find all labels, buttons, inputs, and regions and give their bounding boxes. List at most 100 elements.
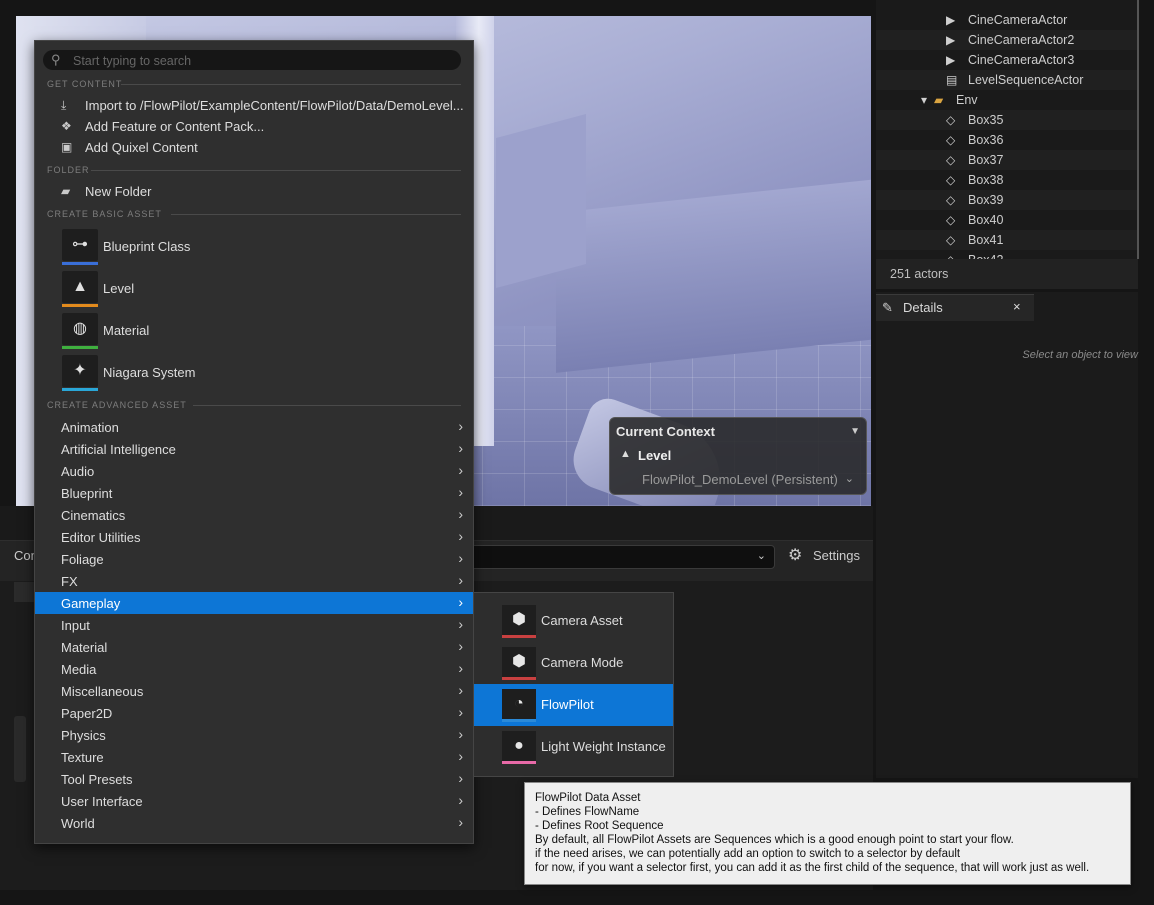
outliner-row[interactable]: ▾ ▰ Env: [876, 90, 1138, 110]
search-box[interactable]: ⚲: [43, 50, 461, 70]
category-input[interactable]: Input ›: [35, 614, 473, 636]
basic-asset-item[interactable]: ✦ Niagara System: [35, 353, 473, 393]
outliner-row[interactable]: ◇Box42: [876, 250, 1138, 259]
outliner-row[interactable]: ◇ Box39: [876, 190, 1138, 210]
outliner-row[interactable]: ◇ Box36: [876, 130, 1138, 150]
outliner-item-label: Box35: [968, 113, 1004, 127]
static-mesh-icon: ◇: [946, 213, 956, 227]
menu-item-get-content[interactable]: ▣ Add Quixel Content: [35, 137, 473, 158]
outliner-row[interactable]: ◇ Box35: [876, 110, 1138, 130]
category-cinematics[interactable]: Cinematics ›: [35, 504, 473, 526]
outliner-row[interactable]: ▶ CineCameraActor2: [876, 30, 1138, 50]
category-physics[interactable]: Physics ›: [35, 724, 473, 746]
category-media[interactable]: Media ›: [35, 658, 473, 680]
category-paper2d[interactable]: Paper2D ›: [35, 702, 473, 724]
level-sequence-icon: ▤: [946, 73, 958, 87]
outliner-row[interactable]: ◇ Box38: [876, 170, 1138, 190]
chevron-down-icon: ⌄: [756, 550, 766, 562]
chevron-down-icon[interactable]: ▾: [921, 93, 935, 107]
static-mesh-icon: ◇: [946, 153, 956, 167]
outliner-row[interactable]: ▶ CineCameraActor3: [876, 50, 1138, 70]
details-empty-text: Select an object to view: [1022, 349, 1138, 361]
viewport-block: [496, 113, 586, 289]
category-gameplay[interactable]: Gameplay ›: [35, 592, 473, 614]
submenu-item-light-weight-instance[interactable]: ● Light Weight Instance: [474, 726, 673, 768]
static-mesh-icon: ◇: [946, 233, 956, 247]
chevron-right-icon: ›: [458, 660, 463, 676]
menu-item-label: New Folder: [85, 184, 152, 199]
outliner-item-label: Box38: [968, 173, 1004, 187]
category-label: Audio: [61, 464, 95, 479]
asset-thumbnail: ⬢: [502, 647, 536, 677]
chevron-right-icon: ›: [458, 418, 463, 434]
category-miscellaneous[interactable]: Miscellaneous ›: [35, 680, 473, 702]
settings-button[interactable]: Settings: [813, 548, 860, 563]
outliner-row[interactable]: ▶ CineCameraActor: [876, 10, 1138, 30]
static-mesh-icon: ◇: [946, 173, 956, 187]
actor-count-bar: 251 actors: [876, 259, 1138, 289]
chevron-right-icon: ›: [458, 550, 463, 566]
asset-color-bar: [62, 304, 98, 307]
category-material[interactable]: Material ›: [35, 636, 473, 658]
basic-asset-item[interactable]: ▲ Level: [35, 269, 473, 309]
category-blueprint[interactable]: Blueprint ›: [35, 482, 473, 504]
collapsed-sidebar[interactable]: [14, 716, 26, 782]
category-label: Gameplay: [61, 596, 121, 611]
search-icon: ⚲: [51, 52, 61, 67]
category-texture[interactable]: Texture ›: [35, 746, 473, 768]
category-world[interactable]: World ›: [35, 812, 473, 834]
gear-icon[interactable]: ⚙: [788, 545, 802, 565]
asset-thumbnail: ⊶: [62, 229, 98, 261]
category-audio[interactable]: Audio ›: [35, 460, 473, 482]
tab-details[interactable]: ✎ Details ×: [876, 294, 1034, 321]
menu-item-get-content[interactable]: ❖ Add Feature or Content Pack...: [35, 116, 473, 137]
category-animation[interactable]: Animation ›: [35, 416, 473, 438]
category-artificial-intelligence[interactable]: Artificial Intelligence ›: [35, 438, 473, 460]
category-tool-presets[interactable]: Tool Presets ›: [35, 768, 473, 790]
outliner-item-label: Box40: [968, 213, 1004, 227]
outliner-scrollbar[interactable]: [1137, 0, 1139, 259]
category-fx[interactable]: FX ›: [35, 570, 473, 592]
category-label: Editor Utilities: [61, 530, 141, 545]
tooltip-line: for now, if you want a selector first, y…: [535, 862, 1090, 874]
new-folder-icon: ▰: [61, 184, 71, 198]
chevron-right-icon: ›: [458, 440, 463, 456]
outliner-row[interactable]: ◇ Box37: [876, 150, 1138, 170]
category-label: Artificial Intelligence: [61, 442, 176, 457]
basic-asset-item[interactable]: ⊶ Blueprint Class: [35, 227, 473, 267]
menu-item-get-content[interactable]: ⤓ Import to /FlowPilot/ExampleContent/Flo…: [35, 95, 473, 116]
material-icon: ◍: [73, 320, 87, 337]
category-label: User Interface: [61, 794, 143, 809]
path-dropdown[interactable]: ⌄: [470, 545, 775, 569]
category-foliage[interactable]: Foliage ›: [35, 548, 473, 570]
submenu-item-flowpilot[interactable]: ◔ FlowPilot: [474, 684, 673, 726]
outliner-row[interactable]: ◇ Box40: [876, 210, 1138, 230]
chevron-right-icon: ›: [458, 726, 463, 742]
category-user-interface[interactable]: User Interface ›: [35, 790, 473, 812]
basic-asset-item[interactable]: ◍ Material: [35, 311, 473, 351]
category-label: Tool Presets: [61, 772, 133, 787]
category-label: Animation: [61, 420, 119, 435]
outliner-item-label: CineCameraActor3: [968, 53, 1075, 67]
chevron-down-icon[interactable]: ⌄: [845, 472, 854, 485]
outliner-item-label: LevelSequenceActor: [968, 73, 1084, 87]
close-icon[interactable]: ×: [1013, 299, 1021, 314]
chevron-right-icon: ›: [458, 638, 463, 654]
new-folder-item[interactable]: ▰ New Folder: [35, 181, 473, 202]
submenu-item-camera-asset[interactable]: ⬢ Camera Asset: [474, 600, 673, 642]
asset-thumbnail: ◍: [62, 313, 98, 345]
category-editor-utilities[interactable]: Editor Utilities ›: [35, 526, 473, 548]
outliner-row[interactable]: ◇ Box41: [876, 230, 1138, 250]
camera-actor-icon: ▶: [946, 53, 956, 67]
asset-thumbnail: ●: [502, 731, 536, 761]
context-level-dropdown[interactable]: FlowPilot_DemoLevel (Persistent): [642, 472, 838, 487]
import-icon: ⤓: [61, 98, 67, 112]
chevron-right-icon: ›: [458, 484, 463, 500]
search-input[interactable]: [71, 52, 455, 70]
section-divider: [91, 170, 461, 171]
chevron-down-icon[interactable]: ▼: [850, 426, 860, 437]
menu-section-basic: CREATE BASIC ASSET: [47, 209, 162, 219]
submenu-item-label: Light Weight Instance: [541, 739, 666, 754]
outliner-row[interactable]: ▤ LevelSequenceActor: [876, 70, 1138, 90]
submenu-item-camera-mode[interactable]: ⬢ Camera Mode: [474, 642, 673, 684]
